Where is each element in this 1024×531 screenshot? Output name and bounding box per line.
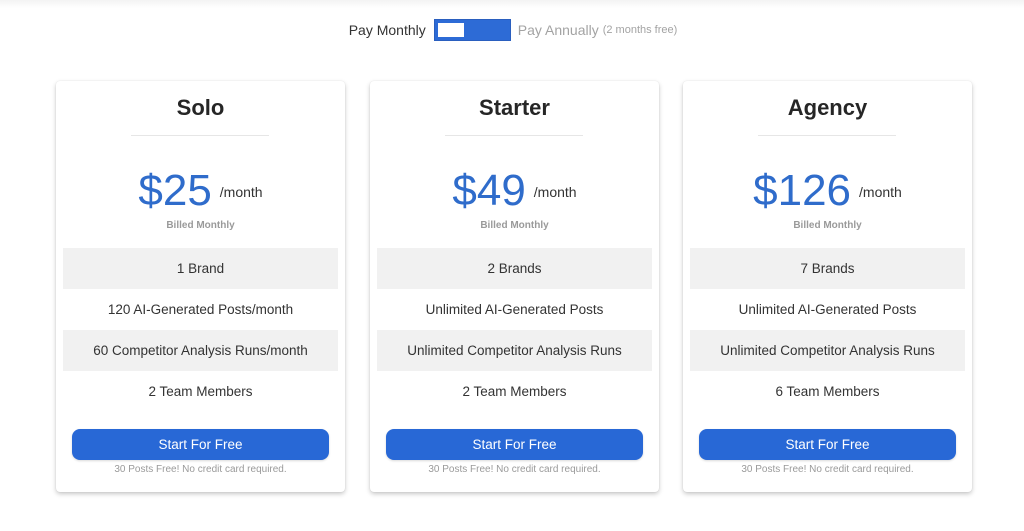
cta-note: 30 Posts Free! No credit card required. [428, 464, 601, 475]
feature-list: 7 Brands Unlimited AI-Generated Posts Un… [690, 248, 965, 412]
feature-list: 2 Brands Unlimited AI-Generated Posts Un… [377, 248, 652, 412]
cta-note: 30 Posts Free! No credit card required. [741, 464, 914, 475]
price-row: $126 /month [683, 167, 972, 215]
price-amount: $126 [753, 166, 852, 215]
feature-item: 1 Brand [63, 248, 338, 289]
price-row: $25 /month [56, 167, 345, 215]
top-edge-shadow [0, 0, 1024, 8]
plan-card-agency: Agency $126 /month Billed Monthly 7 Bran… [683, 81, 972, 492]
feature-item: 60 Competitor Analysis Runs/month [63, 330, 338, 371]
plan-card-solo: Solo $25 /month Billed Monthly 1 Brand 1… [56, 81, 345, 492]
feature-item: 2 Brands [377, 248, 652, 289]
start-for-free-button[interactable]: Start For Free [72, 429, 329, 460]
plan-name: Agency [787, 95, 868, 120]
feature-item: 2 Team Members [462, 384, 567, 399]
feature-item: Unlimited AI-Generated Posts [425, 302, 604, 317]
feature-item: 2 Team Members [148, 384, 253, 399]
feature-item: Unlimited AI-Generated Posts [738, 302, 917, 317]
price-period: /month [533, 184, 577, 200]
pay-monthly-label[interactable]: Pay Monthly [349, 22, 426, 38]
feature-item: Unlimited Competitor Analysis Runs [377, 330, 652, 371]
billed-note: Billed Monthly [166, 220, 235, 231]
plan-name: Starter [479, 95, 550, 120]
start-for-free-button[interactable]: Start For Free [386, 429, 643, 460]
price-period: /month [859, 184, 902, 200]
title-divider [131, 135, 269, 136]
toggle-knob[interactable] [437, 23, 464, 37]
start-for-free-button[interactable]: Start For Free [699, 429, 956, 460]
feature-item: 120 AI-Generated Posts/month [107, 302, 294, 317]
cta-note: 30 Posts Free! No credit card required. [114, 464, 287, 475]
billing-period-toggle-row: Pay Monthly Pay Annually (2 months free) [0, 18, 1024, 42]
price-row: $49 /month [370, 167, 659, 215]
billing-period-toggle[interactable] [433, 19, 511, 41]
title-divider [758, 135, 896, 136]
billed-note: Billed Monthly [480, 220, 549, 231]
price-amount: $25 [138, 166, 212, 215]
billed-note: Billed Monthly [793, 220, 862, 231]
price-amount: $49 [452, 166, 526, 215]
pay-annually-label[interactable]: Pay Annually [518, 22, 599, 38]
feature-item: 6 Team Members [775, 384, 880, 399]
feature-list: 1 Brand 120 AI-Generated Posts/month 60 … [63, 248, 338, 412]
title-divider [445, 135, 583, 136]
price-period: /month [219, 184, 263, 200]
feature-item: 7 Brands [690, 248, 965, 289]
plan-card-starter: Starter $49 /month Billed Monthly 2 Bran… [370, 81, 659, 492]
plan-name: Solo [176, 95, 225, 120]
annual-discount-note: (2 months free) [602, 24, 678, 36]
feature-item: Unlimited Competitor Analysis Runs [690, 330, 965, 371]
